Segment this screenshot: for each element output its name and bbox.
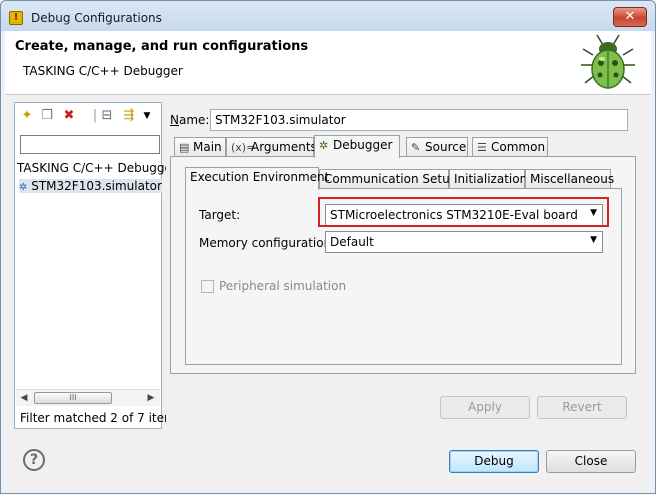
peripheral-simulation-label: Peripheral simulation: [219, 279, 347, 293]
filter-icon[interactable]: ⇶: [121, 108, 137, 124]
common-tab-icon: ☰: [477, 141, 487, 154]
subtab-miscellaneous[interactable]: Miscellaneous: [525, 169, 614, 189]
tab-common[interactable]: ☰ Common: [472, 137, 548, 157]
arguments-tab-icon: (x)=: [231, 141, 256, 154]
target-label: Target:: [199, 208, 241, 222]
target-highlight-box: [318, 197, 609, 227]
config-tabs: ▤ Main (x)=Arguments ✲ Debugger ✎ Source ☰ C…: [170, 135, 636, 158]
duplicate-icon[interactable]: ❐: [39, 108, 55, 124]
memory-configuration-value: Default: [330, 235, 374, 249]
subtab-initialization[interactable]: Initialization: [449, 169, 527, 189]
banner-title: Create, manage, and run configurations: [15, 39, 309, 54]
subtab-execution-environment[interactable]: Execution Environment: [185, 167, 329, 190]
scroll-right-icon[interactable]: ▶: [143, 390, 159, 406]
new-config-icon[interactable]: ✦: [19, 108, 35, 124]
scroll-left-icon[interactable]: ◀: [16, 390, 32, 406]
source-tab-icon: ✎: [411, 141, 421, 154]
tab-debugger[interactable]: ✲ Debugger: [314, 135, 400, 158]
debug-button[interactable]: Debug: [449, 450, 539, 473]
debugger-tab-body: Execution Environment Communication Setu…: [170, 156, 636, 374]
name-label: Name:: [170, 113, 210, 127]
filter-input[interactable]: [20, 135, 160, 154]
memory-configuration-label: Memory configuration:: [199, 236, 336, 250]
tab-source[interactable]: ✎ Source: [406, 137, 468, 157]
revert-button[interactable]: Revert: [537, 396, 627, 419]
chevron-down-icon: ▼: [590, 235, 597, 245]
main-tab-icon: ▤: [179, 141, 190, 154]
subtab-communication-setup[interactable]: Communication Setup: [319, 169, 457, 189]
collapse-all-icon[interactable]: ⊟: [99, 108, 115, 124]
title-bar: ! Debug Configurations ✕: [1, 1, 655, 35]
tree-item-label: STM32F103.simulator: [31, 179, 162, 193]
left-toolbar: ✦ ❐ ✖ | ⊟ ⇶ ▼: [15, 103, 161, 129]
memory-configuration-select[interactable]: Default ▼: [325, 231, 603, 253]
filter-status: Filter matched 2 of 7 items: [20, 411, 182, 425]
name-input[interactable]: STM32F103.simulator: [210, 109, 628, 131]
dropdown-icon[interactable]: ▼: [139, 108, 155, 124]
debugger-subtabs: Execution Environment Communication Setu…: [185, 167, 625, 190]
peripheral-simulation-checkbox[interactable]: [201, 280, 214, 293]
window-close-button[interactable]: ✕: [613, 7, 647, 27]
config-icon: ✲: [19, 182, 28, 193]
close-button[interactable]: Close: [546, 450, 636, 473]
app-icon: !: [9, 11, 23, 25]
tree-item-stm32f103-simulator[interactable]: ✲ STM32F103.simulator: [19, 179, 162, 193]
tab-main[interactable]: ▤ Main: [174, 137, 226, 157]
delete-icon[interactable]: ✖: [61, 108, 77, 124]
window-title: Debug Configurations: [31, 11, 162, 25]
tree-item-label: TASKING C/C++ Debugger: [17, 161, 177, 175]
help-icon[interactable]: ?: [23, 449, 45, 471]
tab-arguments[interactable]: (x)=Arguments: [226, 137, 317, 157]
bug-icon: [581, 34, 635, 89]
configuration-editor-panel: Name: STM32F103.simulator ▤ Main (x)=Argu…: [166, 102, 642, 429]
header-banner: Create, manage, and run configurations T…: [5, 31, 651, 95]
horizontal-scrollbar[interactable]: ◀ III ▶: [16, 389, 160, 406]
banner-subtitle: TASKING C/C++ Debugger: [23, 64, 183, 78]
configuration-list-panel: ✦ ❐ ✖ | ⊟ ⇶ ▼ TASKING C/C++ Debugger ✲ S…: [14, 102, 182, 429]
apply-button[interactable]: Apply: [440, 396, 530, 419]
debugger-tab-icon: ✲: [319, 139, 329, 152]
scroll-thumb[interactable]: III: [34, 392, 112, 404]
tree-item-tasking-debugger[interactable]: TASKING C/C++ Debugger: [17, 161, 177, 175]
debug-configurations-window: ! Debug Configurations ✕ Create, manage,…: [0, 0, 656, 494]
